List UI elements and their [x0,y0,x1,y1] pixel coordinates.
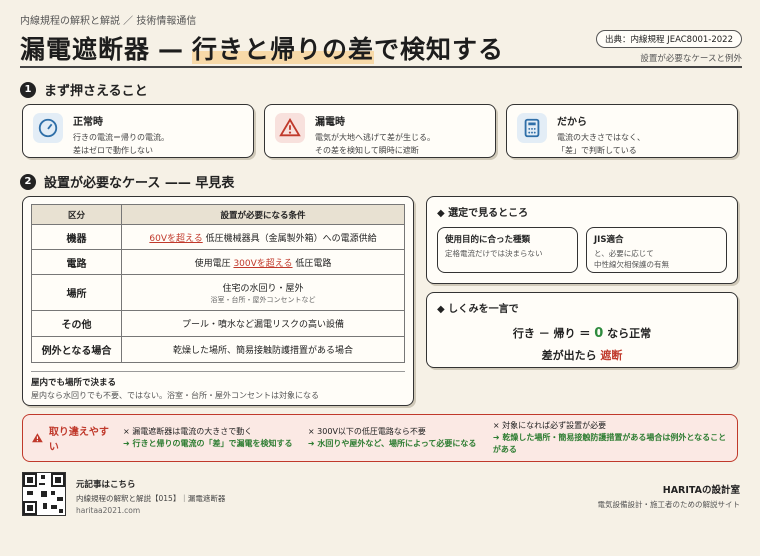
mistake-item: × 300V以下の低圧電路なら不要 ➜ 水回りや屋外など、場所によって必要になる [308,426,483,450]
condition-text: 住宅の水回り・屋外 [222,283,304,294]
table-cell-category: 電路 [31,249,122,275]
title-highlight: 行きと帰りの差 [192,35,375,64]
footer-source-title: 元記事はこちら [76,480,136,490]
calculator-icon [517,113,547,143]
section1-title: まず押さえること [44,84,148,99]
condition-subtext: 浴室・台所・屋外コンセントなど [210,295,316,304]
section2-heading: 2 設置が必要なケース —— 早見表 [20,172,234,191]
table-cell-condition: 住宅の水回り・屋外 浴室・台所・屋外コンセントなど [121,274,405,311]
table-row: その他 プール・噴水など漏電リスクの高い設備 [31,310,405,337]
condition-text: 使用電圧 [194,258,231,269]
brand-tagline: 電気設備設計・施工者のための解説サイト [597,500,741,509]
point-line: 電気が大地へ逃げて差が生じる。 [315,133,435,142]
mechanism-zero: 0 [594,326,604,341]
footer-source: 元記事はこちら 内線規程の解釈と解説【015】｜漏電遮断器 haritaa202… [76,478,225,515]
quick-reference-table: 区分 設置が必要になる条件 機器 60Vを超える 低圧機械器具（金属製外箱）への… [31,204,405,363]
mechanism-card: ◆ しくみを一言で 行き － 帰り ＝ 0 なら正常 差が出たら 遮断 [426,292,738,368]
title-dash: — [158,35,185,64]
selection-item-text: 定格電流だけでは決まらない [445,249,543,258]
point-card-leak: 漏電時 電気が大地へ逃げて差が生じる。 その差を検知して瞬時に遮断 [264,104,496,158]
condition-text: 低圧電路 [295,258,332,269]
section2-number: 2 [20,173,36,190]
table-note: 屋内でも場所で決まる 屋内なら水回りでも不要、ではない。浴室・台所・屋外コンセン… [31,371,405,401]
source-badge: 出典：内線規程 JEAC8001-2022 [595,30,742,48]
condition-emphasis: 300Vを超える [233,258,293,269]
table-cell-category: その他 [31,310,122,337]
point-line: その差を検知して瞬時に遮断 [315,146,419,155]
table-cell-category: 例外となる場合 [31,336,122,363]
mechanism-line1: 行き － 帰り ＝ 0 なら正常 [437,325,727,341]
selection-card: ◆ 選定で見るところ 使用目的に合った種類 定格電流だけでは決まらない JIS適… [426,196,738,284]
point-card-therefore: だから 電流の大きさではなく、 「差」で判断している [506,104,738,158]
table-cell-condition: 60Vを超える 低圧機械器具（金属製外箱）への電源供給 [121,224,405,250]
footer-source-line: 内線規程の解釈と解説【015】｜漏電遮断器 [76,494,226,503]
table-header: 区分 [31,204,122,225]
mistake-item: × 対象になれば必ず設置が必要 ➜ 乾燥した場所・簡易接触防護措置がある場合は例… [493,420,729,456]
header-divider [20,66,742,68]
condition-text: 低圧機械器具（金属製外箱）への電源供給 [205,233,377,244]
point-line: 差はゼロで動作しない [73,146,153,155]
section1-number: 1 [20,81,36,98]
selection-item: JIS適合 と、必要に応じて 中性線欠相保護の有無 [586,227,727,273]
selection-item: 使用目的に合った種類 定格電流だけでは決まらない [437,227,578,273]
table-cell-condition: プール・噴水など漏電リスクの高い設備 [121,310,405,337]
point-title: だから [557,117,587,128]
mechanism-text: 差が出たら [541,349,597,362]
footer-brand: HARITAの設計室 電気設備設計・施工者のための解説サイト [598,482,741,510]
mistake-wrong: × 300V以下の低圧電路なら不要 [307,427,426,436]
mechanism-text: 行き － 帰り ＝ [512,327,591,340]
mechanism-trip: 遮断 [600,349,623,362]
table-cell-category: 場所 [31,274,122,311]
mistake-right: ➜ 水回りや屋外など、場所によって必要になる [307,439,477,448]
brand-name: HARITAの設計室 [662,485,740,496]
warning-icon [32,433,43,443]
selection-title: ◆ 選定で見るところ [437,208,529,219]
mechanism-line2: 差が出たら 遮断 [437,347,727,363]
point-title: 正常時 [73,117,103,128]
mistake-wrong: × 漏電遮断器は電流の大きさで動く [123,427,253,436]
note-text: 屋内なら水回りでも不要、ではない。浴室・台所・屋外コンセントは対象になる [31,391,319,400]
condition-emphasis: 60Vを超える [149,233,203,244]
section1-heading: 1 まず押さえること [20,80,148,99]
gauge-icon [33,113,63,143]
mechanism-text: なら正常 [607,327,652,340]
section2-title: 設置が必要なケース —— 早見表 [44,176,235,191]
table-cell-condition: 使用電圧 300Vを超える 低圧電路 [121,249,405,275]
table-row: 例外となる場合 乾燥した場所、簡易接触防護措置がある場合 [31,336,405,363]
point-line: 「差」で判断している [557,146,637,155]
selection-item-text: と、必要に応じて 中性線欠相保護の有無 [594,249,669,269]
series-label: 内線規程の解釈と解説 ／ 技術情報通信 [20,16,197,27]
title-main: 漏電遮断器 [20,35,151,64]
footer-url[interactable]: haritaa2021.com [76,506,225,515]
mistake-right: ➜ 行きと帰りの電流の「差」で漏電を検知する [123,439,293,448]
mistake-item: × 漏電遮断器は電流の大きさで動く ➜ 行きと帰りの電流の「差」で漏電を検知する [123,426,298,450]
table-header: 設置が必要になる条件 [121,204,405,225]
mistake-right: ➜ 乾燥した場所・簡易接触防護措置がある場合は例外となることがある [492,433,727,454]
mechanism-title: ◆ しくみを一言で [437,304,519,315]
table-row: 場所 住宅の水回り・屋外 浴室・台所・屋外コンセントなど [31,274,405,311]
mistake-wrong: × 対象になれば必ず設置が必要 [492,421,607,430]
point-line: 電流の大きさではなく、 [557,133,645,142]
table-row: 電路 使用電圧 300Vを超える 低圧電路 [31,249,405,275]
point-title: 漏電時 [315,117,345,128]
table-cell-condition: 乾燥した場所、簡易接触防護措置がある場合 [121,336,405,363]
selection-item-title: JIS適合 [594,235,624,245]
source-note: 設置が必要なケースと例外 [640,54,742,64]
table-row: 機器 60Vを超える 低圧機械器具（金属製外箱）への電源供給 [31,224,405,250]
selection-item-title: 使用目的に合った種類 [445,235,531,245]
page-title: 漏電遮断器 — 行きと帰りの差で検知する [20,30,504,66]
note-title: 屋内でも場所で決まる [31,378,117,388]
common-mistakes-bar: 取り違えやすい × 漏電遮断器は電流の大きさで動く ➜ 行きと帰りの電流の「差」… [22,414,738,462]
point-line: 行きの電流＝帰りの電流。 [73,133,169,142]
warning-icon [275,113,305,143]
mistakes-label-group: 取り違えやすい [31,423,113,453]
table-cell-category: 機器 [31,224,122,250]
point-card-normal: 正常時 行きの電流＝帰りの電流。 差はゼロで動作しない [22,104,254,158]
quick-reference-table-card: 区分 設置が必要になる条件 機器 60Vを超える 低圧機械器具（金属製外箱）への… [22,196,414,406]
selection-items: 使用目的に合った種類 定格電流だけでは決まらない JIS適合 と、必要に応じて … [437,227,727,273]
title-tail: で検知する [374,35,505,64]
mistakes-label: 取り違えやすい [48,427,109,453]
qr-code[interactable] [22,472,66,516]
